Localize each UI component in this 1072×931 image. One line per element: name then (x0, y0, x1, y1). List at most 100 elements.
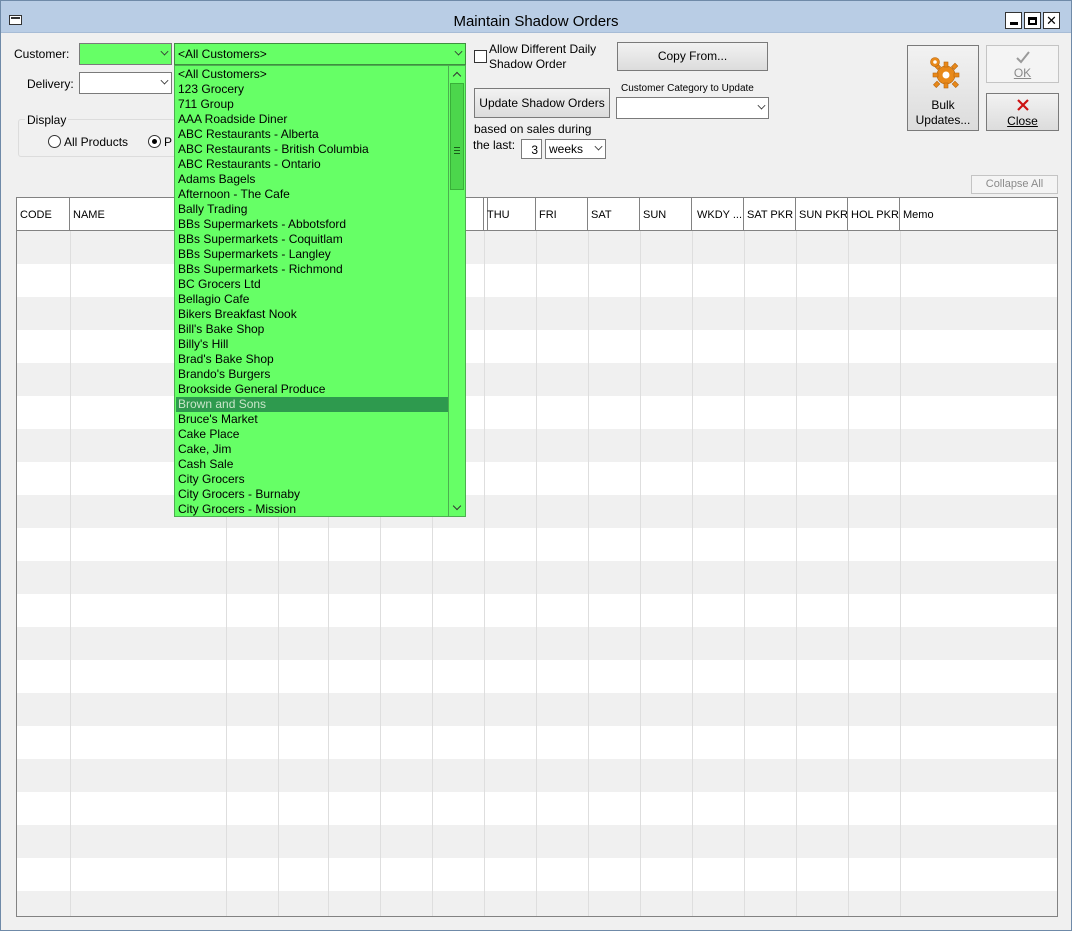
dropdown-scrollbar[interactable] (448, 66, 465, 516)
table-row[interactable] (17, 462, 1057, 495)
dropdown-item[interactable]: Brando's Burgers (176, 367, 449, 382)
grip-icon (454, 147, 460, 154)
table-row[interactable] (17, 693, 1057, 726)
allow-different-daily-checkbox[interactable] (474, 50, 487, 63)
table-row[interactable] (17, 330, 1057, 363)
column-header-memo[interactable]: Memo (900, 198, 1057, 230)
customer-code-combo[interactable] (79, 43, 172, 65)
selected-products-label[interactable]: P (164, 135, 172, 149)
column-divider (900, 231, 901, 916)
table-row[interactable] (17, 363, 1057, 396)
table-row[interactable] (17, 759, 1057, 792)
chevron-down-icon (452, 501, 462, 511)
dropdown-item[interactable]: Bellagio Cafe (176, 292, 449, 307)
column-header-thu[interactable]: THU (484, 198, 536, 230)
maximize-button[interactable] (1024, 12, 1041, 29)
shadow-orders-grid[interactable]: CODE NAME THU FRI SAT SUN WKDY ... SAT P… (16, 197, 1058, 917)
table-row[interactable] (17, 561, 1057, 594)
table-row[interactable] (17, 825, 1057, 858)
dropdown-item[interactable]: Billy's Hill (176, 337, 449, 352)
dropdown-item[interactable]: Bally Trading (176, 202, 449, 217)
scroll-thumb[interactable] (450, 83, 464, 190)
column-divider (692, 231, 693, 916)
dropdown-item[interactable]: BBs Supermarkets - Langley (176, 247, 449, 262)
dropdown-item[interactable]: Brown and Sons (176, 397, 449, 412)
column-header-sun-pkr[interactable]: SUN PKR (796, 198, 848, 230)
dropdown-item[interactable]: City Grocers - Mission (176, 502, 449, 517)
column-divider (848, 231, 849, 916)
table-row[interactable] (17, 891, 1057, 916)
table-row[interactable] (17, 594, 1057, 627)
bulk-updates-button[interactable]: Bulk Updates... (907, 45, 979, 131)
table-row[interactable] (17, 627, 1057, 660)
category-label: Customer Category to Update (621, 83, 754, 94)
table-row[interactable] (17, 264, 1057, 297)
dropdown-item[interactable]: BBs Supermarkets - Abbotsford (176, 217, 449, 232)
dropdown-item[interactable]: Brad's Bake Shop (176, 352, 449, 367)
weeks-unit-combo[interactable]: weeks (545, 139, 606, 159)
all-products-radio[interactable] (48, 135, 61, 148)
customer-name-combo[interactable]: <All Customers> (174, 43, 466, 65)
delivery-label: Delivery: (27, 77, 74, 91)
dropdown-item[interactable]: Adams Bagels (176, 172, 449, 187)
column-divider (744, 231, 745, 916)
table-row[interactable] (17, 792, 1057, 825)
dropdown-item[interactable]: ABC Restaurants - Ontario (176, 157, 449, 172)
dropdown-item[interactable]: Brookside General Produce (176, 382, 449, 397)
dropdown-item[interactable]: City Grocers - Burnaby (176, 487, 449, 502)
table-row[interactable] (17, 495, 1057, 528)
delivery-combo[interactable] (79, 72, 172, 94)
copy-from-button[interactable]: Copy From... (617, 42, 768, 71)
dropdown-item[interactable]: Bikers Breakfast Nook (176, 307, 449, 322)
dropdown-item[interactable]: 123 Grocery (176, 82, 449, 97)
dropdown-item[interactable]: Cake, Jim (176, 442, 449, 457)
column-divider (536, 231, 537, 916)
dropdown-item[interactable]: BBs Supermarkets - Coquitlam (176, 232, 449, 247)
table-row[interactable] (17, 231, 1057, 264)
maintain-shadow-orders-window: Maintain Shadow Orders ✕ Customer: <All … (0, 0, 1072, 931)
all-products-label[interactable]: All Products (64, 135, 128, 149)
table-row[interactable] (17, 396, 1057, 429)
table-row[interactable] (17, 660, 1057, 693)
dropdown-item[interactable]: Bill's Bake Shop (176, 322, 449, 337)
table-row[interactable] (17, 858, 1057, 891)
dropdown-item[interactable]: 711 Group (176, 97, 449, 112)
display-group-label: Display (25, 113, 69, 127)
column-header-sat-pkr[interactable]: SAT PKR (744, 198, 796, 230)
checkmark-icon (1016, 51, 1030, 64)
selected-products-radio[interactable] (148, 135, 161, 148)
dropdown-item[interactable]: ABC Restaurants - British Columbia (176, 142, 449, 157)
gears-icon (930, 57, 960, 89)
column-header-fri[interactable]: FRI (536, 198, 588, 230)
collapse-all-button[interactable]: Collapse All (971, 175, 1058, 194)
table-row[interactable] (17, 297, 1057, 330)
dropdown-item[interactable]: Cake Place (176, 427, 449, 442)
ok-button[interactable]: OK (986, 45, 1059, 83)
dropdown-item[interactable]: BBs Supermarkets - Richmond (176, 262, 449, 277)
dropdown-item[interactable]: ABC Restaurants - Alberta (176, 127, 449, 142)
dropdown-item[interactable]: <All Customers> (176, 67, 449, 82)
update-shadow-orders-button[interactable]: Update Shadow Orders (474, 88, 610, 118)
table-row[interactable] (17, 726, 1057, 759)
scroll-down-button[interactable] (449, 499, 465, 516)
dropdown-item[interactable]: Afternoon - The Cafe (176, 187, 449, 202)
column-header-hol-pkr[interactable]: HOL PKR (848, 198, 900, 230)
dropdown-item[interactable]: City Grocers (176, 472, 449, 487)
column-header-sun[interactable]: SUN (640, 198, 692, 230)
dropdown-item[interactable]: Cash Sale (176, 457, 449, 472)
column-header-wkdy[interactable]: WKDY ... (692, 198, 744, 230)
close-button[interactable]: Close (986, 93, 1059, 131)
dropdown-item[interactable]: Bruce's Market (176, 412, 449, 427)
column-header-sat[interactable]: SAT (588, 198, 640, 230)
table-row[interactable] (17, 429, 1057, 462)
customer-dropdown-list[interactable]: <All Customers> 123 Grocery 711 Group AAA R… (174, 65, 466, 517)
category-combo[interactable] (616, 97, 769, 119)
column-header-code[interactable]: CODE (17, 198, 70, 230)
window-close-button[interactable]: ✕ (1043, 12, 1060, 29)
minimize-button[interactable] (1005, 12, 1022, 29)
table-row[interactable] (17, 528, 1057, 561)
scroll-up-button[interactable] (449, 66, 465, 83)
weeks-count-input[interactable]: 3 (521, 139, 542, 159)
dropdown-item[interactable]: AAA Roadside Diner (176, 112, 449, 127)
dropdown-item[interactable]: BC Grocers Ltd (176, 277, 449, 292)
